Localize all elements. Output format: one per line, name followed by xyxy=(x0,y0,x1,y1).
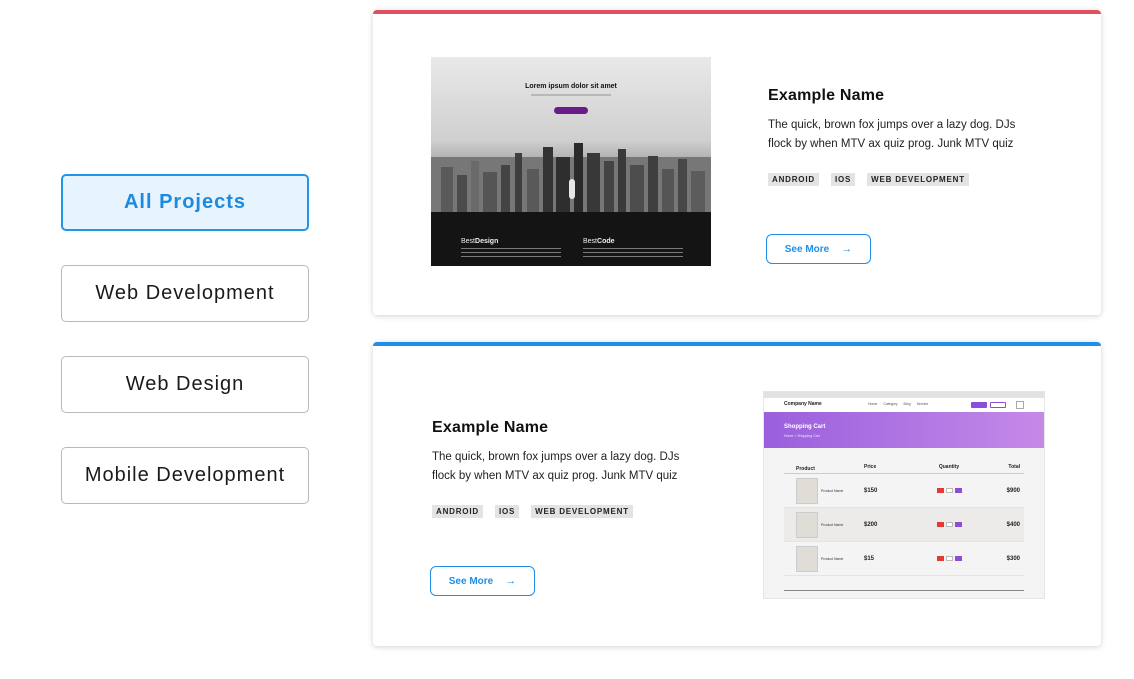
feature-text xyxy=(461,248,561,258)
project-tags: ANDROID IOS WEB DEVELOPMENT xyxy=(768,173,969,186)
arrow-right-icon: → xyxy=(841,243,853,255)
header-product: Product xyxy=(796,465,815,472)
filter-web-design-button[interactable]: Web Design xyxy=(61,356,309,413)
arrow-right-icon: → xyxy=(505,575,517,587)
nav-link: Category xyxy=(883,402,898,406)
quantity-stepper xyxy=(919,556,979,561)
total: $400 xyxy=(1006,521,1020,528)
cart-table: Product Price Quantity Total Product Nam… xyxy=(784,464,1024,576)
project-card: Lorem ipsum dolor sit amet BestDesign Be… xyxy=(373,10,1101,315)
tag-web-development: WEB DEVELOPMENT xyxy=(531,505,633,518)
hero-subtitle xyxy=(531,94,611,96)
nav-links: Home Category Blog Service xyxy=(868,402,928,406)
price: $200 xyxy=(864,521,878,528)
see-more-label: See More xyxy=(784,243,830,255)
see-more-label: See More xyxy=(448,575,494,587)
project-title: Example Name xyxy=(432,419,549,436)
total: $300 xyxy=(1006,555,1020,562)
price: $150 xyxy=(864,487,878,494)
filter-all-projects-button[interactable]: All Projects xyxy=(61,174,309,231)
site-nav: Company Name Home Category Blog Service xyxy=(764,398,1044,412)
signup-button xyxy=(990,402,1006,408)
product-name: Product Name xyxy=(821,488,844,493)
tag-ios: IOS xyxy=(830,173,856,186)
cart-icon xyxy=(1016,401,1024,409)
feature-text xyxy=(583,248,683,258)
price: $15 xyxy=(864,555,875,562)
product-name: Product Name xyxy=(821,522,844,527)
table-row: Product Name $200 $400 xyxy=(784,508,1024,542)
header-quantity: Quantity xyxy=(938,464,960,470)
banner-title: Shopping Cart xyxy=(784,424,826,430)
quantity-stepper xyxy=(919,522,979,527)
nav-link: Service xyxy=(916,402,929,406)
nav-link: Home xyxy=(868,402,878,406)
page-banner: Shopping Cart Home > Shopping Cart xyxy=(764,412,1044,448)
tag-web-development: WEB DEVELOPMENT xyxy=(867,173,969,186)
login-button xyxy=(971,402,987,408)
tag-android: ANDROID xyxy=(768,173,819,186)
project-tags: ANDROID IOS WEB DEVELOPMENT xyxy=(432,505,633,518)
product-image xyxy=(796,511,818,538)
nav-link: Blog xyxy=(903,402,911,406)
quantity-stepper xyxy=(919,488,979,493)
breadcrumb: Home > Shopping Cart xyxy=(784,434,820,438)
product-image xyxy=(796,477,818,504)
header-price: Price xyxy=(864,464,877,470)
total: $900 xyxy=(1006,487,1020,494)
header-total: Total xyxy=(1008,464,1020,470)
tag-android: ANDROID xyxy=(432,505,483,518)
product-name: Product Name xyxy=(821,556,844,561)
feature-best-design: BestDesign xyxy=(461,238,499,245)
project-thumbnail[interactable]: Lorem ipsum dolor sit amet BestDesign Be… xyxy=(431,57,711,266)
product-image xyxy=(796,545,818,572)
project-thumbnail[interactable]: Company Name Home Category Blog Service … xyxy=(763,391,1045,599)
table-row: Product Name $150 $900 xyxy=(784,474,1024,508)
hero-button xyxy=(554,107,588,114)
feature-band: BestDesign BestCode xyxy=(431,212,711,266)
brand-name: Company Name xyxy=(784,401,822,407)
tag-ios: IOS xyxy=(494,505,520,518)
see-more-button[interactable]: See More → xyxy=(430,566,535,596)
project-description: The quick, brown fox jumps over a lazy d… xyxy=(768,119,1016,150)
table-row: Product Name $15 $300 xyxy=(784,542,1024,576)
filter-mobile-development-button[interactable]: Mobile Development xyxy=(61,447,309,504)
cart-header: Product Price Quantity Total xyxy=(784,464,1024,474)
project-title: Example Name xyxy=(768,87,885,104)
project-card: Example Name The quick, brown fox jumps … xyxy=(373,342,1101,646)
see-more-button[interactable]: See More → xyxy=(766,234,871,264)
footer-divider xyxy=(784,589,1024,590)
project-description: The quick, brown fox jumps over a lazy d… xyxy=(432,451,680,482)
filter-web-development-button[interactable]: Web Development xyxy=(61,265,309,322)
feature-best-code: BestCode xyxy=(583,238,615,245)
hero-title: Lorem ipsum dolor sit amet xyxy=(525,83,617,90)
